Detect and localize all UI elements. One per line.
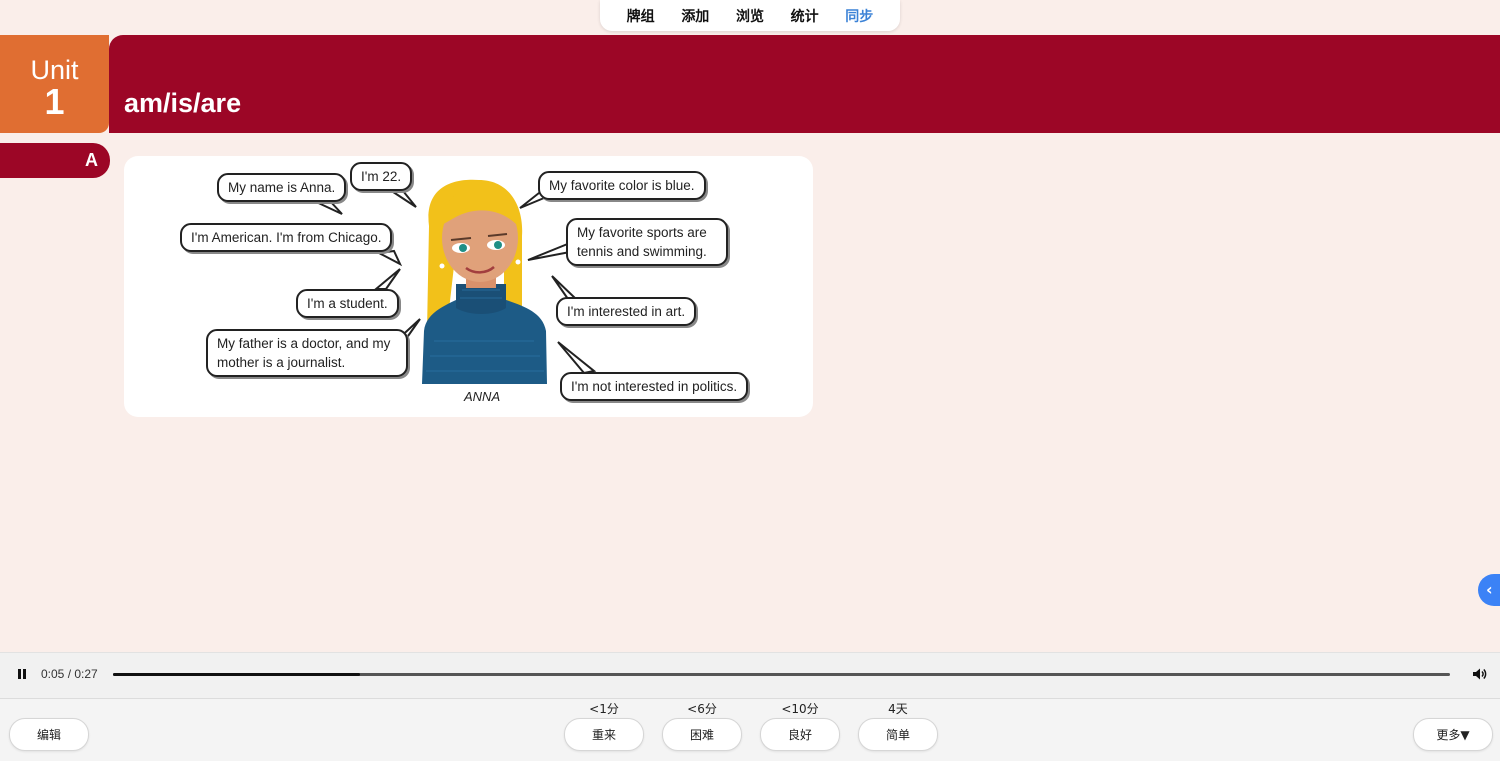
title-bar: am/is/are (109, 35, 1500, 133)
progress-slider[interactable] (113, 673, 1450, 676)
tab-add[interactable]: 添加 (681, 6, 709, 26)
illustration-caption: ANNA (464, 389, 501, 404)
interval-easy: 4天 (888, 702, 908, 716)
audio-player: 0:05 / 0:27 (0, 652, 1500, 699)
tab-browse[interactable]: 浏览 (736, 6, 764, 26)
speech-bubble: I'm American. I'm from Chicago. (180, 223, 393, 252)
section-label: A (0, 143, 110, 178)
sidebar-toggle-button[interactable]: ‹ (1478, 574, 1500, 606)
pause-icon[interactable] (16, 668, 28, 680)
page-title: am/is/are (124, 88, 242, 118)
easy-button[interactable]: 简单 (858, 718, 938, 751)
volume-icon[interactable] (1471, 666, 1487, 682)
speech-bubble: My father is a doctor, and my mother is … (206, 329, 408, 377)
illustration-card: My name is Anna. I'm 22. I'm American. I… (124, 156, 813, 417)
tab-stats[interactable]: 统计 (791, 6, 819, 26)
again-button[interactable]: 重来 (564, 718, 644, 751)
progress-fill (113, 673, 361, 676)
playback-time: 0:05 / 0:27 (41, 667, 98, 681)
interval-again: <1分 (589, 702, 619, 716)
tab-sync[interactable]: 同步 (845, 6, 873, 26)
speech-bubble: I'm 22. (350, 162, 413, 191)
speech-bubble: My name is Anna. (217, 173, 347, 202)
speech-bubble: My favorite color is blue. (538, 171, 706, 200)
interval-hard: <6分 (687, 702, 717, 716)
answer-bar: 编辑 <1分 重来 <6分 困难 <10分 良好 4天 简单 更多▼ (0, 699, 1500, 761)
unit-number: 1 (44, 81, 65, 122)
speech-bubble: I'm not interested in politics. (560, 372, 749, 401)
hard-button[interactable]: 困难 (662, 718, 742, 751)
edit-button[interactable]: 编辑 (9, 718, 89, 751)
tab-decks[interactable]: 牌组 (627, 6, 655, 26)
speech-bubble: My favorite sports are tennis and swimmi… (566, 218, 728, 266)
unit-word: Unit (30, 55, 79, 85)
speech-bubble: I'm interested in art. (556, 297, 697, 326)
top-nav: 牌组 添加 浏览 统计 同步 (600, 0, 900, 31)
interval-good: <10分 (781, 702, 819, 716)
unit-badge: Unit 1 (0, 35, 109, 133)
chevron-left-icon: ‹ (1486, 580, 1493, 599)
good-button[interactable]: 良好 (760, 718, 840, 751)
speech-bubble: I'm a student. (296, 289, 399, 318)
more-button[interactable]: 更多▼ (1413, 718, 1493, 751)
